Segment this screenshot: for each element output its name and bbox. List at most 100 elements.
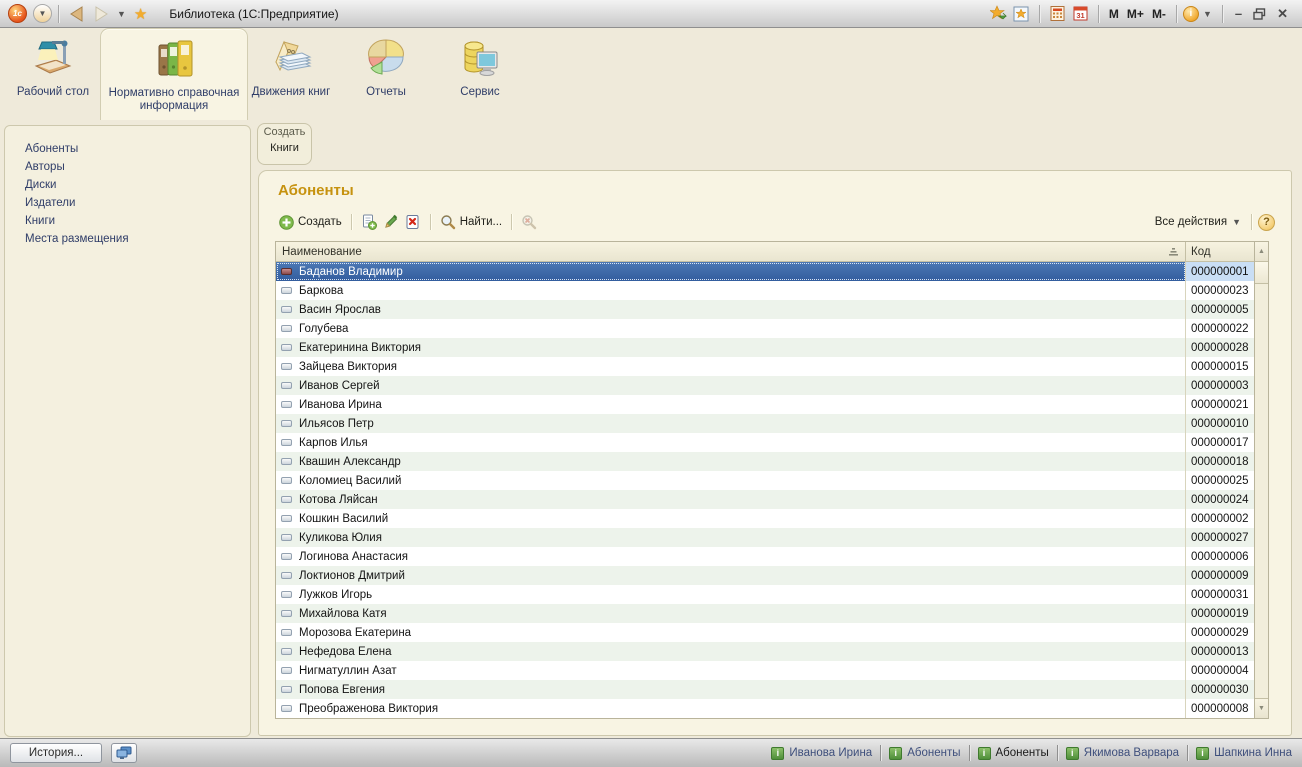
column-header-code[interactable]: Код (1186, 242, 1254, 261)
info-dropdown-icon[interactable]: ▼ (1203, 9, 1212, 19)
minimize-button[interactable]: – (1235, 6, 1242, 21)
forward-button[interactable] (91, 5, 111, 23)
status-window-link[interactable]: i Шапкина Инна (1196, 746, 1292, 760)
memory-plus-button[interactable]: M+ (1127, 7, 1144, 21)
magnifier-icon (440, 214, 456, 230)
status-window-link[interactable]: i Абоненты (977, 746, 1049, 760)
chevron-down-icon: ▼ (1232, 217, 1241, 227)
status-window-link[interactable]: i Якимова Варвара (1065, 746, 1179, 760)
reference-item-icon (281, 325, 292, 332)
ribbon: Рабочий стол Нормативно справочная инфор… (0, 28, 1302, 120)
column-header-name[interactable]: Наименование (276, 242, 1186, 261)
table-row[interactable]: Голубева 000000022 (276, 319, 1268, 338)
back-button[interactable] (67, 5, 87, 23)
table-row[interactable]: Квашин Александр 000000018 (276, 452, 1268, 471)
scroll-up-icon[interactable]: ▲ (1255, 242, 1268, 262)
table-row[interactable]: Зайцева Виктория 000000015 (276, 357, 1268, 376)
sidebar-item-authors[interactable]: Авторы (5, 158, 250, 176)
memory-button[interactable]: M (1109, 7, 1119, 21)
delete-button[interactable] (402, 212, 424, 232)
table-row[interactable]: Логинова Анастасия 000000006 (276, 547, 1268, 566)
table-row[interactable]: Ильясов Петр 000000010 (276, 414, 1268, 433)
table-row[interactable]: Кошкин Василий 000000002 (276, 509, 1268, 528)
table-row[interactable]: Баркова 000000023 (276, 281, 1268, 300)
sidebar-item-books[interactable]: Книги (5, 212, 250, 230)
tab-label: Сервис (460, 86, 500, 98)
all-actions-button[interactable]: Все действия ▼ (1155, 216, 1245, 228)
sidebar-item-subscribers[interactable]: Абоненты (5, 140, 250, 158)
plus-circle-icon (278, 214, 294, 230)
info-icon: i (1065, 746, 1079, 760)
calculator-icon[interactable] (1049, 5, 1066, 22)
table-header: Наименование Код (276, 242, 1268, 262)
status-window-link[interactable]: i Абоненты (889, 746, 961, 760)
reference-item-icon (281, 705, 292, 712)
sidebar-item-publishers[interactable]: Издатели (5, 194, 250, 212)
table-row[interactable]: Нигматуллин Азат 000000004 (276, 661, 1268, 680)
close-button[interactable]: ✕ (1277, 6, 1288, 22)
main-menu-button[interactable]: ▼ (33, 4, 52, 23)
tab-service[interactable]: Сервис (440, 28, 520, 120)
tab-reports[interactable]: Отчеты (346, 28, 426, 120)
titlebar: 1c ▼ ▼ ★ Библиотека (1С:Предприятие) 31 … (0, 0, 1302, 28)
table-row[interactable]: Локтионов Дмитрий 000000009 (276, 566, 1268, 585)
tab-desktop[interactable]: Рабочий стол (8, 28, 98, 120)
active-users-button[interactable] (111, 743, 137, 763)
find-button[interactable]: Найти... (437, 212, 505, 232)
reference-item-icon (281, 591, 292, 598)
create-button[interactable]: Создать (275, 212, 345, 232)
table-row[interactable]: Иванов Сергей 000000003 (276, 376, 1268, 395)
copy-item-button[interactable] (358, 212, 380, 232)
table-row[interactable]: Морозова Екатерина 000000029 (276, 623, 1268, 642)
desk-lamp-icon (29, 35, 77, 83)
table-row[interactable]: Коломиец Василий 000000025 (276, 471, 1268, 490)
table-row[interactable]: Преображенова Виктория 000000008 (276, 699, 1268, 718)
sidebar-item-locations[interactable]: Места размещения (5, 230, 250, 248)
table-row[interactable]: Котова Ляйсан 000000024 (276, 490, 1268, 509)
status-window-link[interactable]: i Иванова Ирина (771, 746, 872, 760)
reference-item-icon (281, 648, 292, 655)
table-row[interactable]: Лужков Игорь 000000031 (276, 585, 1268, 604)
table-row[interactable]: Баданов Владимир 000000001 (276, 262, 1268, 281)
table-row[interactable]: Нефедова Елена 000000013 (276, 642, 1268, 661)
reference-item-icon (281, 629, 292, 636)
vertical-scrollbar[interactable]: ▲ ▼ (1254, 242, 1268, 718)
status-separator (1056, 745, 1058, 761)
clear-find-button[interactable] (518, 212, 540, 232)
favorites-panel-icon[interactable] (1013, 5, 1030, 22)
reference-item-icon (281, 382, 292, 389)
statusbar: История... i Иванова Ирина i Абоненты i … (0, 738, 1302, 767)
reference-item-icon (281, 439, 292, 446)
favorites-star-icon[interactable]: ★ (134, 5, 147, 23)
info-button[interactable]: i (1182, 5, 1199, 22)
table-row[interactable]: Васин Ярослав 000000005 (276, 300, 1268, 319)
calendar-icon[interactable]: 31 (1072, 5, 1089, 22)
memory-minus-button[interactable]: M- (1152, 7, 1166, 21)
tab-reference-info[interactable]: Нормативно справочная информация (100, 28, 248, 120)
edit-button[interactable] (380, 212, 402, 232)
restore-button[interactable] (1251, 5, 1268, 22)
table-row[interactable]: Карпов Илья 000000017 (276, 433, 1268, 452)
reference-item-icon (281, 344, 292, 351)
toolbar-separator (511, 214, 513, 230)
table-row[interactable]: Попова Евгения 000000030 (276, 680, 1268, 699)
window-title: Библиотека (1С:Предприятие) (169, 6, 339, 21)
scrollbar-thumb[interactable] (1255, 262, 1268, 284)
sidebar-item-disks[interactable]: Диски (5, 176, 250, 194)
table-row[interactable]: Екатеринина Виктория 000000028 (276, 338, 1268, 357)
create-books-button[interactable]: Книги (258, 138, 311, 154)
tab-label: Отчеты (366, 86, 406, 98)
table-row[interactable]: Иванова Ирина 000000021 (276, 395, 1268, 414)
tab-book-movements[interactable]: Движения книг (250, 28, 332, 120)
history-dropdown-icon[interactable]: ▼ (117, 9, 126, 19)
help-button[interactable]: ? (1258, 213, 1275, 231)
add-favorite-icon[interactable] (989, 5, 1007, 22)
table-row[interactable]: Михайлова Катя 000000019 (276, 604, 1268, 623)
history-button[interactable]: История... (10, 743, 102, 763)
scroll-down-icon[interactable]: ▼ (1255, 698, 1268, 718)
1c-logo-icon[interactable]: 1c (8, 4, 27, 23)
monitors-icon (116, 746, 132, 759)
status-separator (880, 745, 882, 761)
table-row[interactable]: Куликова Юлия 000000027 (276, 528, 1268, 547)
reference-item-icon (281, 268, 292, 275)
